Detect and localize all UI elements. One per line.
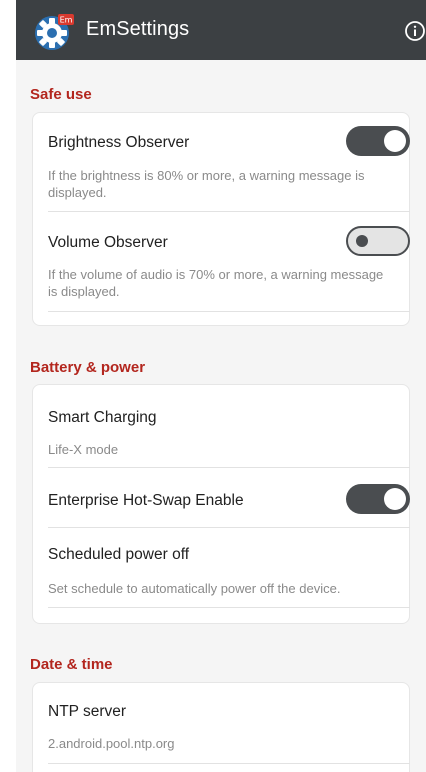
setting-volume-observer[interactable]: Volume Observer If the volume of audio i… <box>33 213 411 313</box>
section-header-battery-power: Battery & power <box>30 359 146 376</box>
section-header-safe-use: Safe use <box>30 86 92 103</box>
setting-brightness-observer[interactable]: Brightness Observer If the brightness is… <box>33 113 411 213</box>
settings-screen: Em EmSettings Safe use Brightness Observ… <box>16 0 426 772</box>
gear-icon: Em <box>32 12 74 52</box>
setting-smart-charging[interactable]: Smart Charging Life-X mode <box>33 385 411 467</box>
brightness-observer-switch[interactable] <box>346 126 410 156</box>
setting-subtitle: If the brightness is 80% or more, a warn… <box>48 168 365 200</box>
setting-subtitle: Set schedule to automatically power off … <box>48 581 341 596</box>
divider <box>48 607 410 608</box>
card-safe-use: Brightness Observer If the brightness is… <box>32 112 410 326</box>
setting-enterprise-hot-swap[interactable]: Enterprise Hot-Swap Enable <box>33 468 411 528</box>
divider <box>48 211 410 212</box>
switch-knob <box>384 130 406 152</box>
setting-title: NTP server <box>48 703 127 720</box>
hot-swap-switch[interactable] <box>346 484 410 514</box>
info-icon[interactable] <box>404 20 426 42</box>
setting-scheduled-power-off[interactable]: Scheduled power off Set schedule to auto… <box>33 528 411 608</box>
setting-title: Scheduled power off <box>48 546 190 563</box>
divider <box>48 763 410 764</box>
setting-subtitle: Life-X mode <box>48 442 119 457</box>
setting-title: Brightness Observer <box>48 134 190 151</box>
app-bar: Em EmSettings <box>16 0 426 60</box>
card-date-time: NTP server 2.android.pool.ntp.org <box>32 682 410 772</box>
switch-knob <box>356 235 368 247</box>
em-badge: Em <box>60 16 73 25</box>
app-title: EmSettings <box>86 18 190 40</box>
section-header-date-time: Date & time <box>30 656 113 673</box>
setting-title: Enterprise Hot-Swap Enable <box>48 492 244 509</box>
setting-subtitle: 2.android.pool.ntp.org <box>48 736 175 751</box>
setting-title: Smart Charging <box>48 409 157 426</box>
setting-subtitle: If the volume of audio is 70% or more, a… <box>48 267 384 299</box>
switch-knob <box>384 488 406 510</box>
card-battery-power: Smart Charging Life-X mode Enterprise Ho… <box>32 384 410 624</box>
volume-observer-switch[interactable] <box>346 226 410 256</box>
setting-ntp-server[interactable]: NTP server 2.android.pool.ntp.org <box>33 683 411 767</box>
divider <box>48 311 410 312</box>
setting-title: Volume Observer <box>48 234 168 251</box>
